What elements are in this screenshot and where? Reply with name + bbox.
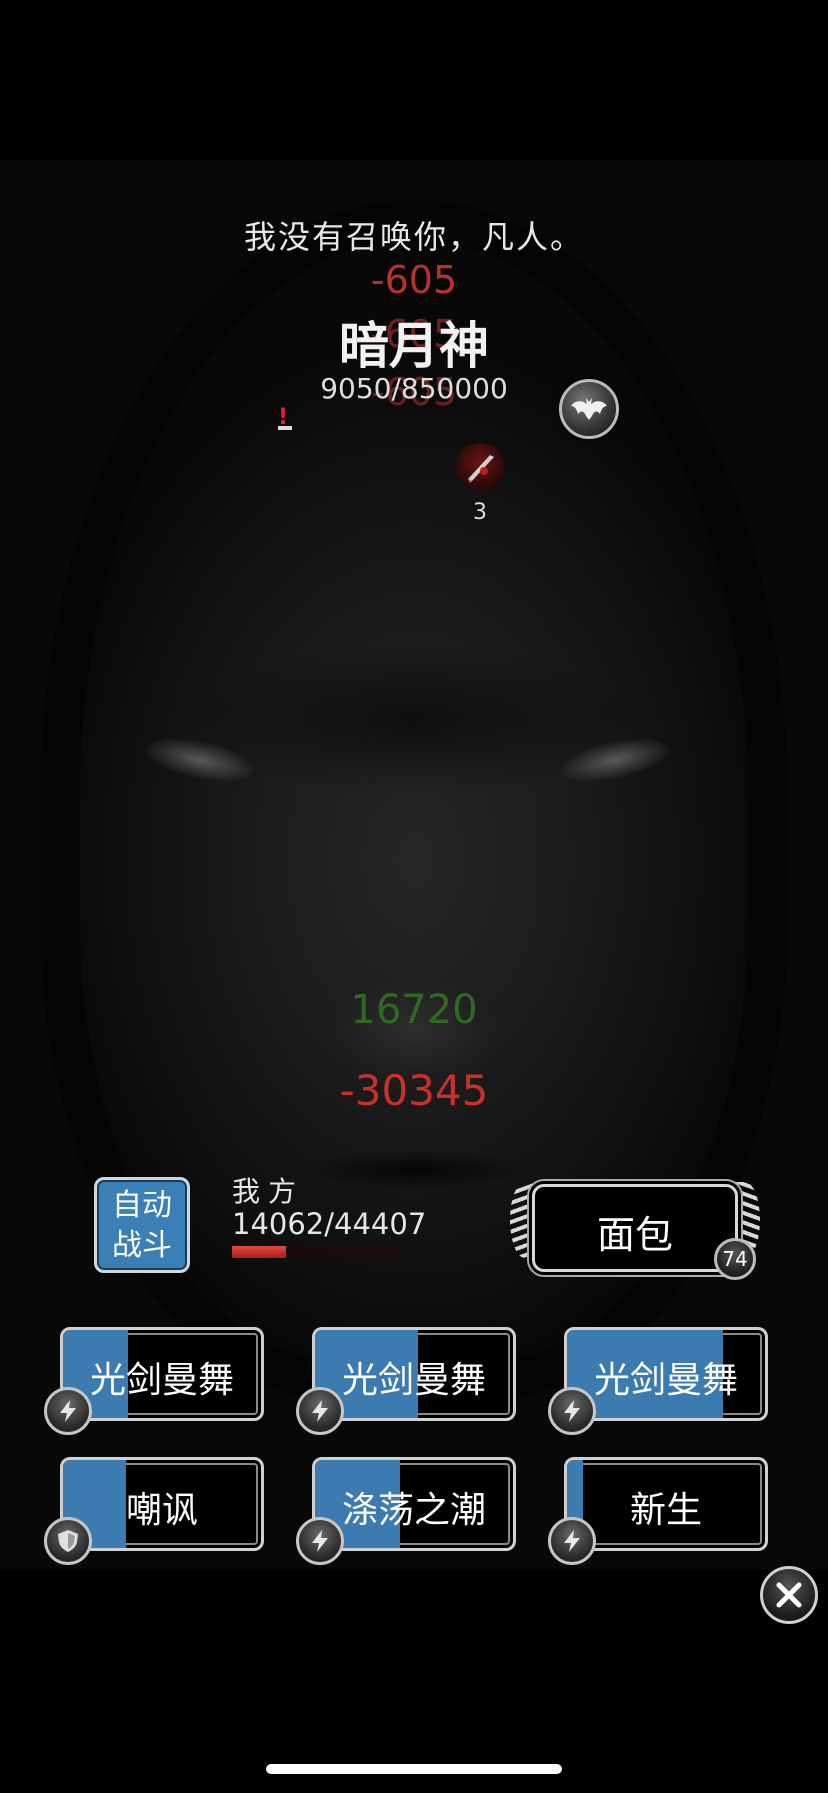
team-hp: 14062/44407 [232,1207,427,1241]
auto-battle-label-line2: 战斗 [112,1228,172,1263]
skill-label: 嘲讽 [125,1490,198,1531]
lightning-icon [548,1517,596,1565]
boss-mouth-shadow [300,1150,530,1190]
skill-button[interactable]: 新生 [548,1457,768,1565]
team-hp-bar-fill [232,1246,286,1258]
skill-label: 光剑曼舞 [89,1360,234,1401]
team-label: 我方 [232,1175,305,1208]
lightning-icon [44,1387,92,1435]
effect-stack-count: 3 [473,500,487,525]
alert-bar [278,426,292,430]
home-indicator [266,1764,562,1774]
auto-battle-button[interactable]: 自动 战斗 [94,1177,190,1273]
close-icon [776,1582,802,1608]
close-button[interactable] [760,1566,818,1624]
lightning-icon [548,1387,596,1435]
bread-item-button[interactable]: 面包 74 [510,1180,760,1280]
skill-button[interactable]: 光剑曼舞 [296,1327,516,1435]
lightning-icon [296,1387,344,1435]
skill-button[interactable]: 光剑曼舞 [548,1327,768,1435]
damage-popup: -605 [370,258,458,302]
boss-name: 暗月神 [339,317,489,375]
team-hp-bar [232,1246,402,1258]
skill-label: 光剑曼舞 [593,1360,738,1401]
skill-label: 新生 [629,1490,702,1531]
bleeding-blade-icon[interactable] [456,443,504,491]
lightning-icon [296,1517,344,1565]
skill-button[interactable]: 涤荡之潮 [296,1457,516,1565]
skill-button[interactable]: 光剑曼舞 [44,1327,264,1435]
boss-dialog: 我没有召唤你，凡人。 [243,218,584,256]
skill-button[interactable]: 嘲讽 [44,1457,264,1565]
boss-hp: 9050/850000 [320,372,508,405]
auto-battle-label-line1: 自动 [112,1188,172,1223]
item-count-badge: 74 [714,1238,756,1280]
skill-label: 光剑曼舞 [341,1360,486,1401]
skill-label: 涤荡之潮 [341,1490,486,1531]
bat-icon[interactable] [559,379,619,439]
damage-number: -30345 [339,1066,489,1115]
heal-number: 16720 [350,987,478,1033]
shield-icon [44,1517,92,1565]
item-label: 面包 [596,1213,673,1257]
